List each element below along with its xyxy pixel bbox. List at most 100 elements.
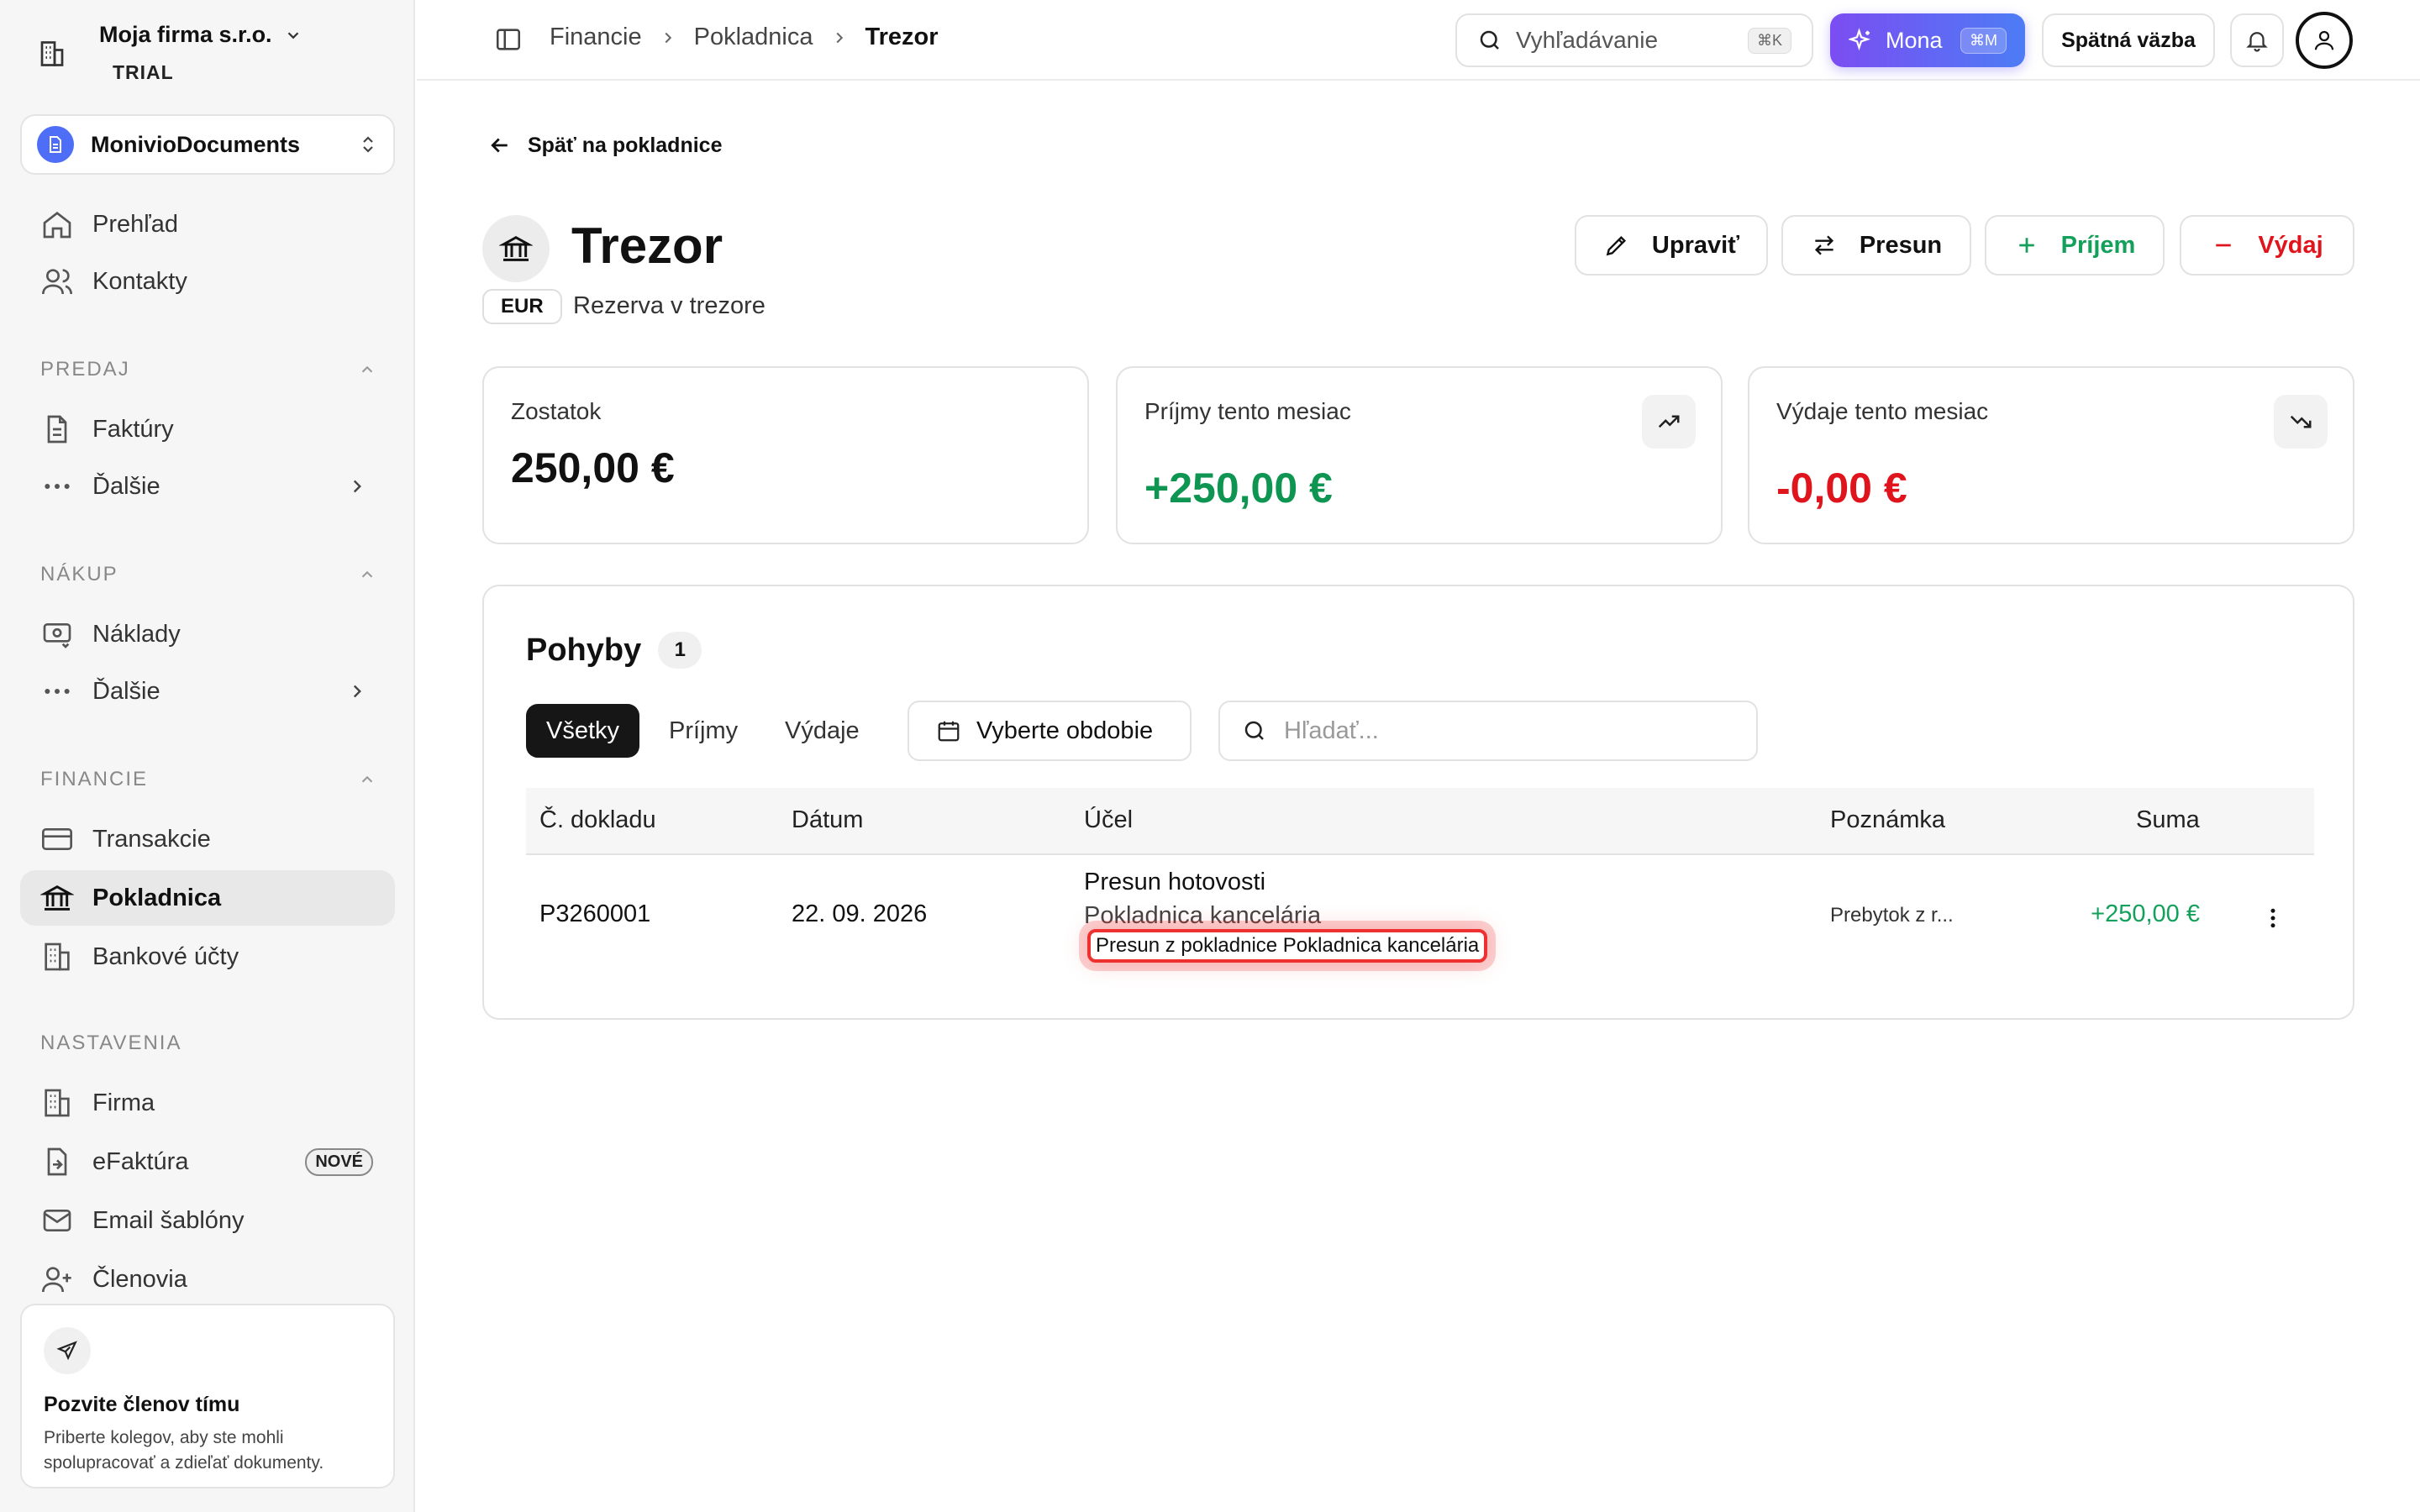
breadcrumb-trezor: Trezor — [865, 24, 939, 50]
building-icon — [40, 940, 74, 974]
mona-button[interactable]: Mona ⌘M — [1830, 13, 2025, 67]
table-header: Č. dokladu Dátum Účel Poznámka Suma — [526, 788, 2314, 855]
income-label: Príjem — [2060, 231, 2136, 259]
expense-month-value: -0,00 € — [1776, 465, 1907, 512]
sidebar-item-pokladnica[interactable]: Pokladnica — [20, 870, 395, 926]
col-amount[interactable]: Suma — [2136, 806, 2200, 834]
balance-value: 250,00 € — [511, 444, 675, 491]
search-shortcut: ⌘K — [1747, 27, 1791, 54]
sidebar-item-efaktura[interactable]: eFaktúra NOVÉ — [20, 1134, 395, 1189]
sidebar-item-bankove-ucty[interactable]: Bankové účty — [20, 929, 395, 984]
topbar: Financie Pokladnica Trezor Vyhľadávanie … — [417, 0, 2420, 81]
more-horizontal-icon — [40, 470, 74, 503]
sidebar-item-transakcie[interactable]: Transakcie — [20, 811, 395, 867]
row-date: 22. 09. 2026 — [792, 900, 928, 927]
sidebar-item-clenovia[interactable]: Členovia — [20, 1252, 395, 1307]
row-doc: P3260001 — [539, 900, 651, 927]
sidebar-item-label: Firma — [92, 1089, 155, 1116]
search-icon — [1477, 28, 1502, 53]
sidebar-item-label: Email šablóny — [92, 1206, 245, 1234]
tab-vydaje[interactable]: Výdaje — [765, 704, 880, 758]
currency-badge: EUR — [482, 289, 562, 324]
mona-label: Mona — [1886, 27, 1943, 53]
col-note[interactable]: Poznámka — [1830, 806, 1945, 834]
section-title: NÁKUP — [40, 563, 118, 585]
bank-icon — [482, 215, 550, 282]
expense-button[interactable]: Výdaj — [2180, 215, 2354, 276]
search-placeholder: Hľadať... — [1284, 717, 1379, 744]
balance-card: Zostatok 250,00 € — [482, 366, 1089, 544]
period-picker[interactable]: Vyberte obdobie — [908, 701, 1192, 761]
building-icon — [40, 1086, 74, 1120]
col-doc[interactable]: Č. dokladu — [539, 806, 656, 834]
more-vertical-icon[interactable] — [2260, 906, 2286, 931]
credit-card-icon — [40, 822, 74, 856]
sidebar-item-faktury[interactable]: Faktúry — [20, 402, 395, 457]
income-card: Príjmy tento mesiac +250,00 € — [1116, 366, 1723, 544]
invite-title: Pozvite členov tímu — [44, 1393, 240, 1416]
period-label: Vyberte obdobie — [976, 717, 1154, 744]
chevron-down-icon — [284, 26, 302, 45]
sidebar-item-email-sablony[interactable]: Email šablóny — [20, 1193, 395, 1248]
users-icon — [40, 265, 74, 298]
movements-panel: Pohyby 1 Všetky Príjmy Výdaje Vyberte ob… — [482, 585, 2354, 1020]
sidebar-item-prehlad[interactable]: Prehľad — [20, 197, 395, 252]
section-predaj[interactable]: PREDAJ — [40, 358, 376, 381]
chevron-up-icon — [358, 565, 376, 584]
expense-label: Výdaj — [2258, 231, 2323, 259]
search-label: Vyhľadávanie — [1516, 27, 1659, 53]
chevron-right-icon — [346, 475, 368, 497]
feedback-button[interactable]: Spätná väzba — [2042, 13, 2215, 67]
income-button[interactable]: Príjem — [1985, 215, 2165, 276]
sidebar: Moja firma s.r.o. TRIAL MonivioDocuments… — [0, 0, 415, 1512]
movements-title: Pohyby — [526, 632, 642, 668]
document-icon — [37, 126, 74, 163]
transfer-button[interactable]: Presun — [1781, 215, 1971, 276]
global-search[interactable]: Vyhľadávanie ⌘K — [1455, 13, 1813, 67]
invoice-icon — [40, 412, 74, 446]
user-plus-icon — [40, 1263, 74, 1296]
transfer-label: Presun — [1859, 231, 1943, 259]
page-title: Trezor — [571, 218, 723, 274]
org-switcher[interactable]: Moja firma s.r.o. TRIAL — [37, 22, 302, 84]
sidebar-item-label: Členovia — [92, 1265, 187, 1293]
sidebar-item-dalsie-nakup[interactable]: Ďalšie — [20, 664, 395, 719]
breadcrumb-financie[interactable]: Financie — [550, 24, 642, 51]
col-purpose[interactable]: Účel — [1084, 806, 1133, 834]
tab-vsetky[interactable]: Všetky — [526, 704, 640, 758]
sidebar-item-label: Transakcie — [92, 825, 211, 853]
edit-button[interactable]: Upraviť — [1575, 215, 1768, 276]
notifications-button[interactable] — [2230, 13, 2284, 67]
back-link[interactable]: Späť na pokladnice — [487, 133, 722, 158]
user-avatar[interactable] — [2296, 12, 2353, 69]
sidebar-item-firma[interactable]: Firma — [20, 1075, 395, 1131]
section-financie[interactable]: FINANCIE — [40, 768, 376, 791]
col-date[interactable]: Dátum — [792, 806, 863, 834]
plan-badge: TRIAL — [113, 61, 174, 83]
edit-label: Upraviť — [1651, 231, 1740, 259]
workspace-switcher[interactable]: MonivioDocuments — [20, 114, 395, 175]
sidebar-item-label: Ďalšie — [92, 472, 160, 500]
table-row[interactable]: P3260001 22. 09. 2026 Presun hotovosti P… — [526, 857, 2314, 983]
mail-icon — [40, 1204, 74, 1237]
workspace-name: MonivioDocuments — [91, 131, 301, 157]
sidebar-item-kontakty[interactable]: Kontakty — [20, 254, 395, 309]
movements-search-input[interactable]: Hľadať... — [1218, 701, 1758, 761]
sidebar-item-naklady[interactable]: Náklady — [20, 606, 395, 662]
home-icon — [40, 207, 74, 241]
sidebar-toggle-icon[interactable] — [494, 25, 523, 54]
minus-icon — [2211, 233, 2236, 258]
tab-prijmy[interactable]: Príjmy — [649, 704, 758, 758]
sidebar-item-dalsie-predaj[interactable]: Ďalšie — [20, 459, 395, 514]
sidebar-item-label: Prehľad — [92, 210, 178, 238]
mona-shortcut: ⌘M — [1960, 27, 2007, 54]
sidebar-item-label: Pokladnica — [92, 884, 222, 911]
expense-month-label: Výdaje tento mesiac — [1776, 398, 1989, 424]
balance-label: Zostatok — [511, 398, 602, 424]
section-nakup[interactable]: NÁKUP — [40, 563, 376, 586]
invite-card[interactable]: Pozvite členov tímu Priberte kolegov, ab… — [20, 1304, 395, 1488]
chevron-right-icon — [346, 680, 368, 702]
breadcrumb-pokladnica[interactable]: Pokladnica — [694, 24, 813, 51]
new-badge: NOVÉ — [305, 1147, 373, 1176]
arrow-left-icon — [487, 133, 513, 158]
